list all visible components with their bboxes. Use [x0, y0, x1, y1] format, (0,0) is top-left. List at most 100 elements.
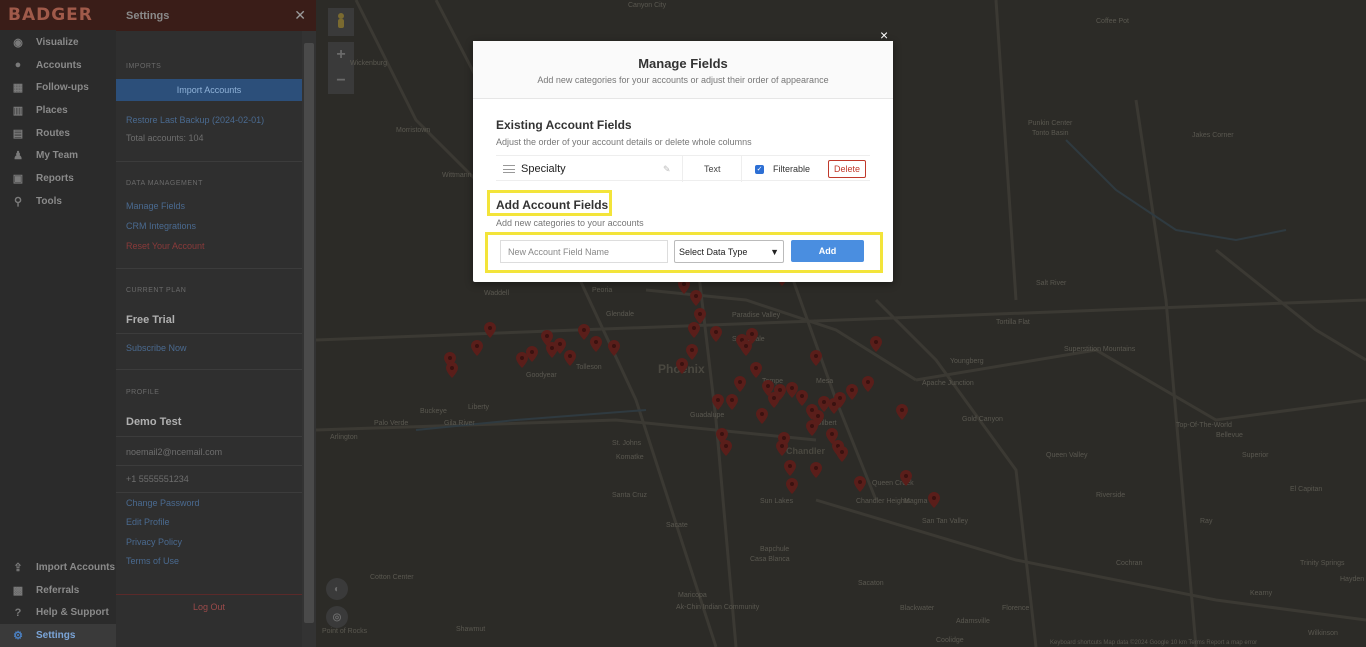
nav-routes[interactable]: ▤ Routes [0, 122, 116, 145]
help-icon: ? [14, 606, 22, 619]
nav-label: Settings [36, 630, 76, 642]
settings-scrollbar[interactable] [302, 31, 316, 647]
building-icon: ▥ [12, 104, 24, 117]
map-pin-icon[interactable] [862, 376, 874, 392]
map-attribution: Keyboard shortcuts Map data ©2024 Google… [1050, 640, 1258, 646]
map-pin-icon[interactable] [786, 478, 798, 494]
divider [116, 492, 302, 493]
main-nav: BADGER ◉ Visualize ● Accounts ▦ Follow-ups … [0, 0, 116, 647]
edit-pencil-icon[interactable]: ✎ [663, 156, 671, 182]
nav-help-support[interactable]: ? Help & Support [0, 602, 116, 625]
new-field-name-input[interactable] [500, 240, 668, 263]
map-label: Shawmut [456, 626, 486, 633]
map-pin-icon[interactable] [716, 428, 728, 444]
filterable-checkbox[interactable]: ✓ [755, 156, 764, 182]
map-pin-icon[interactable] [608, 340, 620, 356]
map-label: Trinity Springs [1300, 560, 1345, 567]
terms-link[interactable]: Terms of Use [116, 556, 179, 566]
street-view-pegman-icon[interactable] [328, 8, 354, 36]
layers-icon[interactable]: ◐ [326, 578, 348, 600]
edit-profile-link[interactable]: Edit Profile [116, 517, 170, 527]
delete-field-button[interactable]: Delete [828, 160, 866, 178]
map-label: Point of Rocks [322, 628, 368, 635]
zoom-out-button[interactable]: − [328, 68, 354, 94]
map-pin-icon[interactable] [896, 404, 908, 420]
restore-backup-link[interactable]: Restore Last Backup (2024-02-01) [116, 115, 264, 125]
map-pin-icon[interactable] [834, 392, 846, 408]
map-pin-icon[interactable] [726, 394, 738, 410]
add-fields-subtitle: Add new categories to your accounts [496, 218, 644, 228]
map-label: Casa Blanca [750, 556, 790, 563]
map-pin-icon[interactable] [776, 440, 788, 456]
log-out-button[interactable]: Log Out [116, 594, 302, 619]
location-icon[interactable]: ◎ [326, 606, 348, 628]
nav-accounts[interactable]: ● Accounts [0, 54, 116, 77]
drag-handle-icon[interactable] [503, 156, 515, 182]
map-pin-icon[interactable] [750, 362, 762, 378]
map-pin-icon[interactable] [810, 350, 822, 366]
map-pin-icon[interactable] [690, 290, 702, 306]
map-label: Sacaton [858, 580, 884, 587]
map-pin-icon[interactable] [900, 470, 912, 486]
map-pin-icon[interactable] [854, 476, 866, 492]
crm-integrations-link[interactable]: CRM Integrations [116, 221, 196, 231]
nav-label: Visualize [36, 36, 79, 48]
subscribe-link[interactable]: Subscribe Now [116, 343, 187, 353]
manage-fields-link[interactable]: Manage Fields [116, 201, 185, 211]
import-accounts-button[interactable]: Import Accounts [116, 79, 302, 101]
map-pin-icon[interactable] [446, 362, 458, 378]
map-label: Wilkinson [1308, 630, 1338, 637]
map-label: Tolleson [576, 364, 602, 371]
field-row-specialty[interactable]: Specialty ✎ Text ✓ Filterable Delete [496, 155, 870, 182]
nav-places[interactable]: ▥ Places [0, 99, 116, 122]
modal-header: Manage Fields Add new categories for you… [473, 41, 893, 99]
map-pin-icon[interactable] [676, 358, 688, 374]
reset-account-link[interactable]: Reset Your Account [116, 241, 205, 251]
map-label: Morristown [396, 127, 431, 134]
map-pin-icon[interactable] [756, 408, 768, 424]
map-pin-icon[interactable] [688, 322, 700, 338]
nav-reports[interactable]: ▣ Reports [0, 167, 116, 190]
map-pin-icon[interactable] [846, 384, 858, 400]
map-label: Paradise Valley [732, 312, 781, 319]
nav-referrals[interactable]: ▩ Referrals [0, 579, 116, 602]
map-pin-icon[interactable] [836, 446, 848, 462]
map-pin-icon[interactable] [806, 420, 818, 436]
app-logo[interactable]: BADGER [0, 0, 116, 30]
data-type-select[interactable]: Select Data Type ▼ [674, 240, 784, 263]
map-label: Komatke [616, 454, 644, 461]
close-icon[interactable]: ✕ [294, 7, 306, 24]
map-label: Adamsville [956, 618, 990, 625]
nav-settings[interactable]: ⚙ Settings [0, 624, 116, 647]
map-label: Chandler Heights [856, 498, 911, 505]
map-pin-icon[interactable] [784, 460, 796, 476]
map-pin-icon[interactable] [740, 340, 752, 356]
nav-tools[interactable]: ⚲ Tools [0, 190, 116, 213]
map-pin-icon[interactable] [734, 376, 746, 392]
map-pin-icon[interactable] [710, 326, 722, 342]
nav-my-team[interactable]: ♟ My Team [0, 144, 116, 167]
map-pin-icon[interactable] [484, 322, 496, 338]
map-label: Blackwater [900, 605, 935, 612]
map-pin-icon[interactable] [526, 346, 538, 362]
map-pin-icon[interactable] [564, 350, 576, 366]
map-label: Ray [1200, 518, 1213, 525]
map-pin-icon[interactable] [768, 392, 780, 408]
map-label: Cochran [1116, 560, 1143, 567]
privacy-policy-link[interactable]: Privacy Policy [116, 537, 182, 547]
map-pin-icon[interactable] [870, 336, 882, 352]
nav-visualize[interactable]: ◉ Visualize [0, 31, 116, 54]
scrollbar-thumb[interactable] [304, 43, 314, 623]
map-pin-icon[interactable] [578, 324, 590, 340]
map-pin-icon[interactable] [928, 492, 940, 508]
nav-follow-ups[interactable]: ▦ Follow-ups [0, 76, 116, 99]
map-pin-icon[interactable] [590, 336, 602, 352]
map-label: Tonto Basin [1032, 130, 1069, 137]
map-pin-icon[interactable] [810, 462, 822, 478]
nav-import-accounts[interactable]: ⇪ Import Accounts [0, 556, 116, 579]
add-field-button[interactable]: Add [791, 240, 864, 262]
map-pin-icon[interactable] [712, 394, 724, 410]
change-password-link[interactable]: Change Password [116, 498, 200, 508]
map-pin-icon[interactable] [471, 340, 483, 356]
map-label: Riverside [1096, 492, 1126, 499]
